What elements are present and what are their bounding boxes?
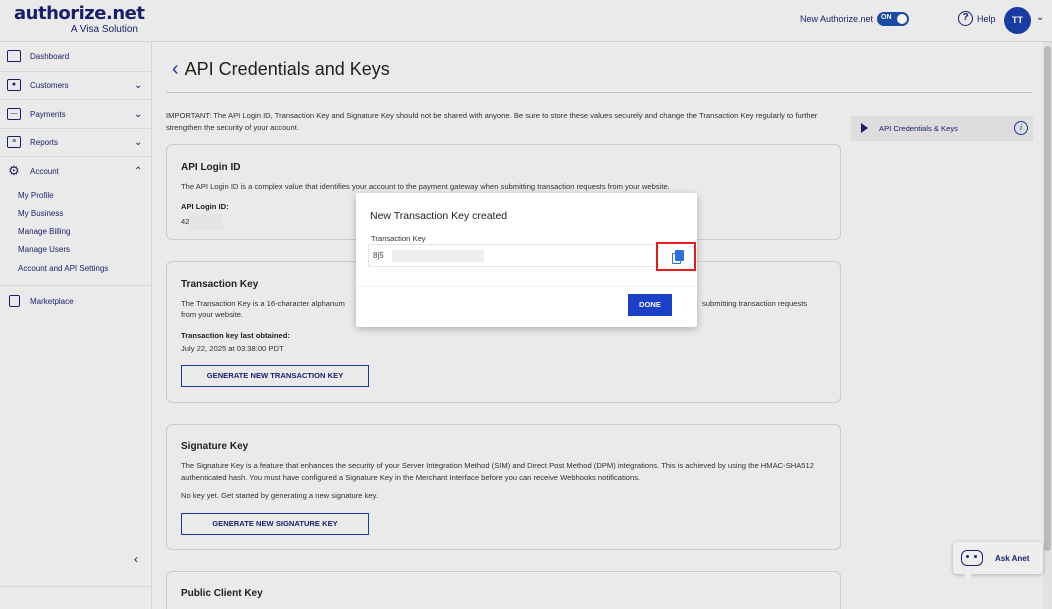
copy-button[interactable] bbox=[656, 242, 696, 271]
modal-title: New Transaction Key created bbox=[370, 210, 508, 222]
copy-icon bbox=[672, 250, 684, 264]
transaction-key-value: 8j5 bbox=[373, 251, 384, 260]
speech-tail bbox=[963, 573, 973, 579]
done-button[interactable]: DONE bbox=[628, 294, 672, 316]
new-transaction-key-modal: New Transaction Key created Transaction … bbox=[356, 193, 697, 327]
robot-icon bbox=[961, 550, 983, 566]
redacted-mask bbox=[392, 250, 484, 262]
ask-anet-chat-button[interactable]: Ask Anet bbox=[953, 542, 1043, 579]
ask-anet-label: Ask Anet bbox=[995, 554, 1030, 563]
transaction-key-field[interactable]: 8j5 bbox=[368, 244, 685, 267]
modal-divider bbox=[356, 286, 697, 287]
copy-icon-front bbox=[675, 250, 684, 261]
transaction-key-label: Transaction Key bbox=[371, 234, 426, 243]
